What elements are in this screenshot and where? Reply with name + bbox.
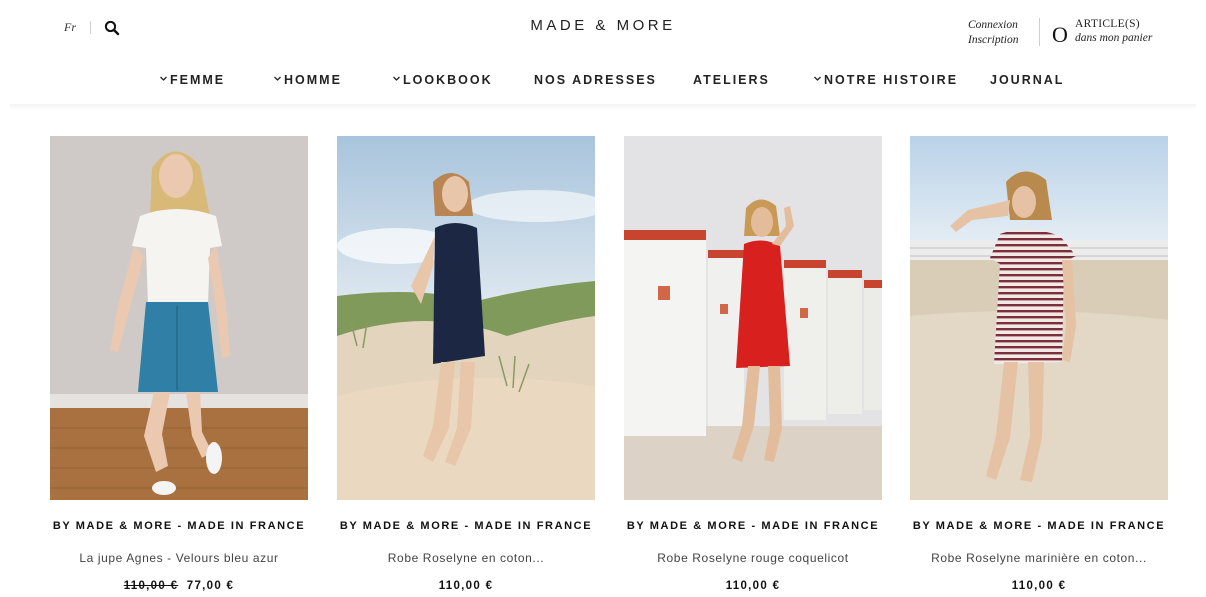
- nav-item-homme[interactable]: HOMME: [274, 73, 342, 87]
- product-image[interactable]: [337, 136, 595, 500]
- nav-label: NOTRE HISTOIRE: [824, 73, 959, 87]
- product-sale-price: 77,00 €: [186, 580, 235, 592]
- cart-label-articles: ARTICLE(S): [1075, 18, 1140, 30]
- product-sale-price: 110,00 €: [725, 580, 781, 592]
- nav-label: HOMME: [284, 73, 342, 87]
- product-photo-3: [624, 136, 882, 500]
- product-sale-price: 110,00 €: [438, 580, 494, 592]
- account-links: Connexion Inscription: [968, 18, 1018, 48]
- cart-label: ARTICLE(S) dans mon panier: [1075, 17, 1152, 45]
- nav-label: JOURNAL: [990, 73, 1065, 87]
- nav-item-nos-adresses[interactable]: NOS ADRESSES: [534, 73, 657, 87]
- product-name[interactable]: Robe Roselyne rouge coquelicot: [604, 551, 902, 565]
- site-header: Fr MADE & MORE Connexion Inscription O A…: [0, 0, 1206, 108]
- product-price: 110,00 €: [604, 580, 902, 592]
- product-photo-4: [910, 136, 1168, 500]
- nav-label: FEMME: [170, 73, 226, 87]
- nav-item-journal[interactable]: JOURNAL: [990, 73, 1064, 87]
- product-price: 110,00 € 77,00 €: [30, 580, 328, 592]
- chevron-down-icon: [814, 71, 821, 81]
- product-price: 110,00 €: [890, 580, 1188, 592]
- product-old-price: 110,00 €: [123, 580, 179, 592]
- product-image[interactable]: [50, 136, 308, 500]
- product-brand[interactable]: BY MADE & MORE - MADE IN FRANCE: [604, 520, 902, 532]
- site-logo: MADE & MORE: [0, 17, 1206, 34]
- main-nav: FEMME HOMME LOOKBOOK NOS ADRESSES ATELIE…: [0, 73, 1206, 91]
- product-name[interactable]: Robe Roselyne en coton...: [317, 551, 615, 565]
- nav-item-lookbook[interactable]: LOOKBOOK: [393, 73, 493, 87]
- chevron-down-icon: [393, 71, 400, 81]
- product-photo-2: [337, 136, 595, 500]
- product-sale-price: 110,00 €: [1011, 580, 1067, 592]
- product-photo-1: [50, 136, 308, 500]
- register-link[interactable]: Inscription: [968, 33, 1018, 48]
- chevron-down-icon: [274, 71, 281, 81]
- product-name[interactable]: La jupe Agnes - Velours bleu azur: [30, 551, 328, 565]
- header-shadow: [10, 104, 1196, 110]
- product-price: 110,00 €: [317, 580, 615, 592]
- product-brand[interactable]: BY MADE & MORE - MADE IN FRANCE: [890, 520, 1188, 532]
- product-image[interactable]: [910, 136, 1168, 500]
- product-brand[interactable]: BY MADE & MORE - MADE IN FRANCE: [30, 520, 328, 532]
- cart-count: O: [1052, 22, 1068, 47]
- nav-item-notre-histoire[interactable]: NOTRE HISTOIRE: [814, 73, 958, 87]
- product-image[interactable]: [624, 136, 882, 500]
- product-brand[interactable]: BY MADE & MORE - MADE IN FRANCE: [317, 520, 615, 532]
- divider: [1039, 18, 1040, 46]
- product-name[interactable]: Robe Roselyne marinière en coton...: [890, 551, 1188, 565]
- nav-label: NOS ADRESSES: [534, 73, 657, 87]
- cart-label-basket: dans mon panier: [1075, 32, 1153, 44]
- nav-item-femme[interactable]: FEMME: [160, 73, 225, 87]
- nav-item-ateliers[interactable]: ATELIERS: [693, 73, 770, 87]
- nav-label: LOOKBOOK: [403, 73, 493, 87]
- chevron-down-icon: [160, 71, 167, 81]
- login-link[interactable]: Connexion: [968, 18, 1018, 33]
- logo-link[interactable]: MADE & MORE: [530, 17, 675, 34]
- nav-label: ATELIERS: [693, 73, 770, 87]
